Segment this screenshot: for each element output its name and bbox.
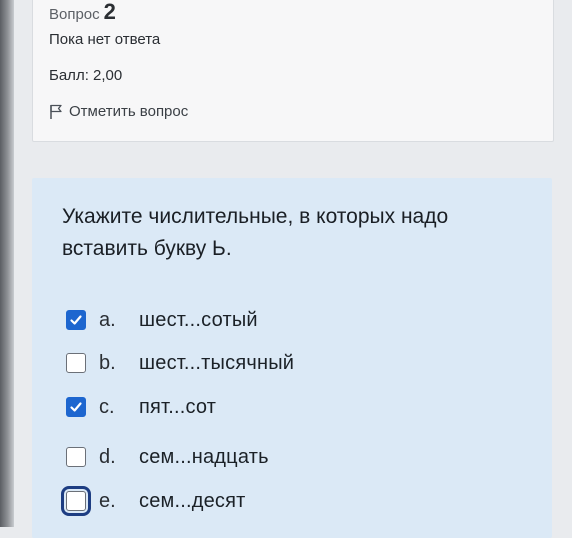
device-frame-edge (0, 0, 14, 527)
answer-text: пят...сот (139, 395, 217, 418)
answer-option-b[interactable]: b. шест...тысячный (66, 343, 294, 383)
flag-question-link[interactable]: Отметить вопрос (49, 103, 188, 120)
question-text: Укажите числительные, в которых надо вст… (62, 205, 449, 260)
answer-checkbox-a[interactable] (66, 310, 86, 330)
answer-text: шест...сотый (139, 308, 258, 331)
question-state: Пока нет ответа (49, 31, 161, 48)
flag-question-label: Отметить вопрос (69, 103, 189, 120)
answer-option-a[interactable]: a. шест...сотый (66, 300, 258, 340)
answer-text: сем...надцать (139, 445, 269, 468)
answer-option-d[interactable]: d. сем...надцать (66, 437, 269, 477)
answer-text: сем...десят (139, 489, 246, 512)
answer-checkbox-b[interactable] (66, 353, 86, 373)
checkmark-icon (70, 402, 82, 412)
question-number-label: Вопрос (49, 6, 100, 23)
question-number-value: 2 (103, 0, 116, 24)
answer-checkbox-d[interactable] (66, 447, 86, 467)
answer-text: шест...тысячный (139, 351, 295, 374)
answer-letter: e. (99, 489, 116, 512)
question-content-panel: Укажите числительные, в которых надо вст… (32, 178, 552, 538)
answer-option-e[interactable]: e. сем...десят (61, 481, 246, 521)
answer-checkbox-e[interactable] (61, 486, 91, 516)
question-info-panel: Вопрос 2 Пока нет ответа Балл: 2,00 Отмет… (32, 0, 554, 142)
answer-letter: a. (99, 308, 116, 331)
question-grade: Балл: 2,00 (49, 67, 123, 84)
answer-option-c[interactable]: c. пят...сот (66, 387, 216, 427)
answer-checkbox-c[interactable] (66, 397, 86, 417)
answer-letter: c. (99, 395, 115, 418)
question-number: Вопрос 2 (49, 0, 116, 25)
flag-icon (49, 104, 63, 120)
checkmark-icon (70, 315, 82, 325)
answer-letter: b. (99, 351, 116, 374)
answer-letter: d. (99, 445, 116, 468)
